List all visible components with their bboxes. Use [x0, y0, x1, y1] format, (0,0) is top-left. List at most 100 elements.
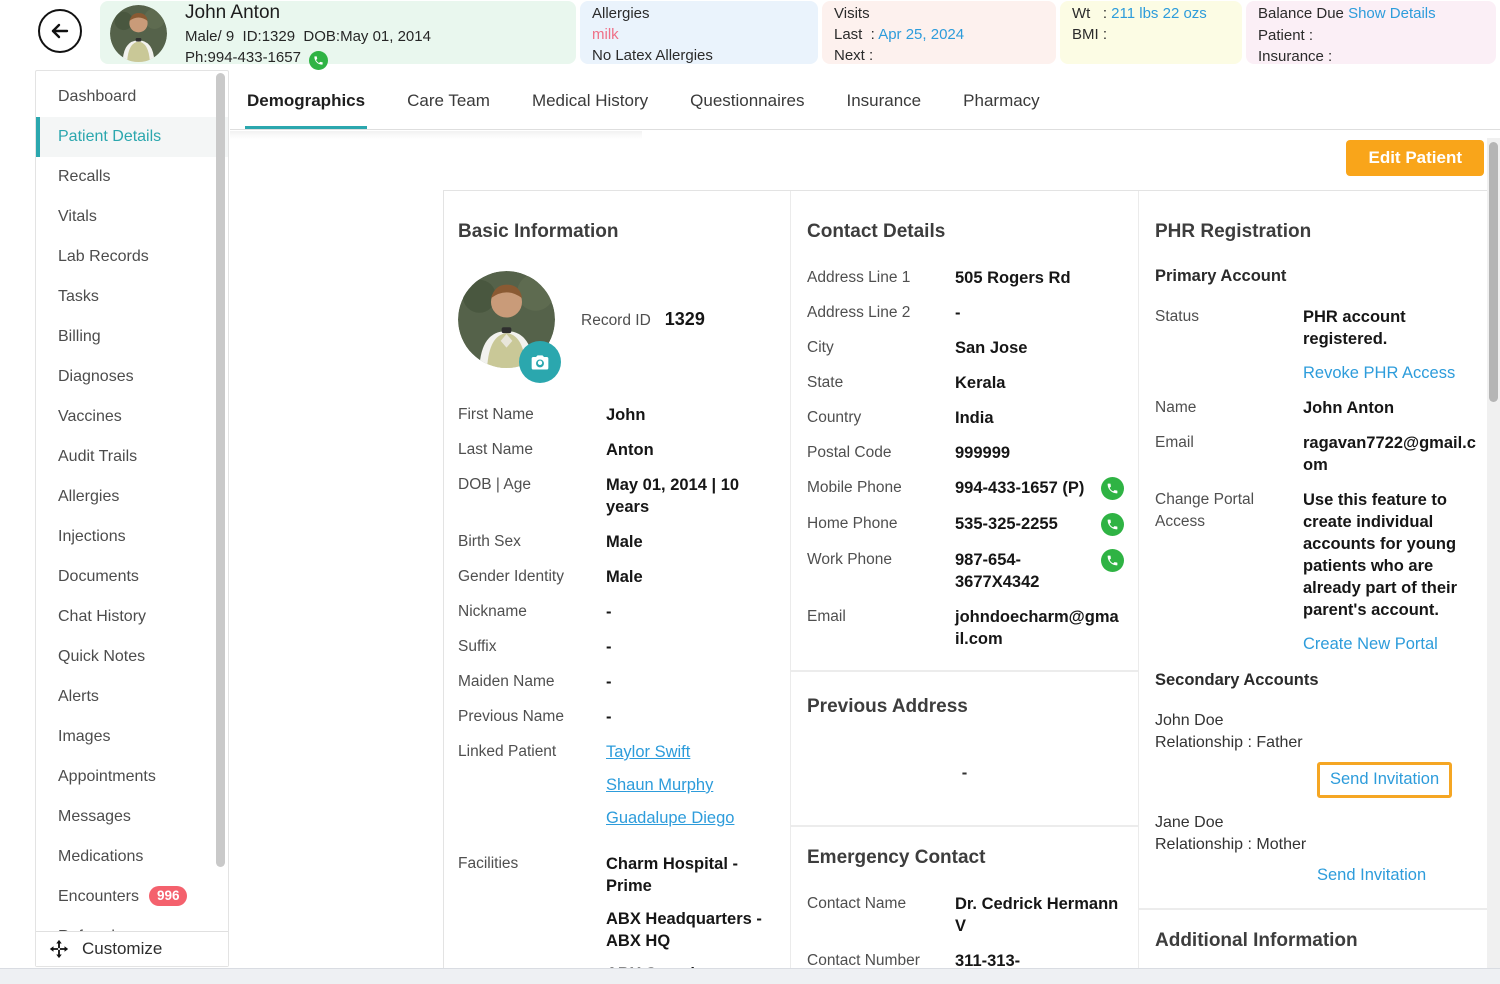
patient-phone: Ph:994-433-1657 — [185, 47, 328, 70]
create-new-portal-link[interactable]: Create New Portal — [1303, 635, 1438, 653]
previous-address-empty: - — [807, 764, 1122, 805]
send-invitation-link[interactable]: Send Invitation — [1317, 866, 1426, 884]
secondary-account-name: John Doe — [1155, 710, 1476, 732]
emergency-contact-section: Emergency Contact Contact NameDr. Cedric… — [807, 847, 1122, 972]
patient-summary: Male/ 9 ID:1329 DOB:May 01, 2014 — [185, 26, 431, 47]
tabbar-shadow — [230, 131, 642, 139]
secondary-accounts-heading: Secondary Accounts — [1155, 671, 1476, 690]
sidebar-item-documents[interactable]: Documents — [36, 557, 228, 597]
additional-information-title: Additional Information — [1155, 930, 1476, 952]
tab-pharmacy[interactable]: Pharmacy — [961, 75, 1042, 129]
move-icon — [48, 938, 70, 960]
next-visit: Next : — [834, 45, 1044, 66]
allergies-title: Allergies — [592, 3, 806, 24]
secondary-account: Jane Doe Relationship : Mother Send Invi… — [1155, 812, 1476, 886]
info-row-country: CountryIndia — [807, 407, 1122, 429]
sidebar-item-lab-records[interactable]: Lab Records — [36, 237, 228, 277]
sidebar-item-appointments[interactable]: Appointments — [36, 757, 228, 797]
demographics-content: Basic Information — [443, 190, 1493, 984]
sidebar-item-recalls[interactable]: Recalls — [36, 157, 228, 197]
info-row-address1: Address Line 1505 Rogers Rd — [807, 267, 1122, 289]
call-icon[interactable] — [1101, 477, 1124, 500]
facility-item: Charm Hospital - Prime — [606, 853, 776, 897]
patient-name: John Anton — [185, 2, 280, 23]
sidebar-item-quick-notes[interactable]: Quick Notes — [36, 637, 228, 677]
contact-details-section: Contact Details Address Line 1505 Rogers… — [807, 221, 1122, 650]
sidebar-item-chat-history[interactable]: Chat History — [36, 597, 228, 637]
info-row-maiden-name: Maiden Name- — [458, 671, 776, 693]
sidebar-item-tasks[interactable]: Tasks — [36, 277, 228, 317]
linked-patient-link[interactable]: Taylor Swift — [606, 741, 690, 763]
call-icon[interactable] — [1101, 549, 1124, 572]
phone-icon[interactable] — [309, 51, 328, 70]
info-row-nickname: Nickname- — [458, 601, 776, 623]
record-id: Record ID1329 — [581, 309, 705, 330]
sidebar-scrollbar-thumb[interactable] — [216, 73, 225, 867]
patient-summary-panel: John Anton Male/ 9 ID:1329 DOB:May 01, 2… — [100, 1, 576, 64]
info-row-city: CitySan Jose — [807, 337, 1122, 359]
sidebar-item-allergies[interactable]: Allergies — [36, 477, 228, 517]
customize-button[interactable]: Customize — [36, 931, 228, 966]
sidebar-item-patient-details[interactable]: Patient Details — [36, 117, 228, 157]
secondary-account-relationship: Relationship : Father — [1155, 732, 1476, 754]
info-row-last-name: Last NameAnton — [458, 439, 776, 461]
sidebar-item-vaccines[interactable]: Vaccines — [36, 397, 228, 437]
contact-column: Contact Details Address Line 1505 Rogers… — [791, 191, 1139, 984]
info-row-facilities: Facilities Charm Hospital - Prime ABX He… — [458, 853, 776, 984]
info-row-suffix: Suffix- — [458, 636, 776, 658]
info-row-work-phone: Work Phone987-654-3677X4342 — [807, 549, 1122, 593]
phr-registration-section: PHR Registration Primary Account Status … — [1139, 191, 1492, 984]
sidebar-item-vitals[interactable]: Vitals — [36, 197, 228, 237]
info-row-mobile-phone: Mobile Phone994-433-1657 (P) — [807, 477, 1122, 500]
info-row-birth-sex: Birth SexMale — [458, 531, 776, 553]
weight-row: Wt : 211 lbs 22 ozs — [1072, 3, 1230, 24]
tab-insurance[interactable]: Insurance — [844, 75, 923, 129]
sidebar-item-diagnoses[interactable]: Diagnoses — [36, 357, 228, 397]
sidebar-item-encounters[interactable]: Encounters996 — [36, 877, 228, 917]
tab-questionnaires[interactable]: Questionnaires — [688, 75, 806, 129]
sidebar-item-alerts[interactable]: Alerts — [36, 677, 228, 717]
contact-details-title: Contact Details — [807, 221, 1122, 243]
info-row-phr-email: Emailragavan7722@gmail.com — [1155, 432, 1476, 476]
show-details-link[interactable]: Show Details — [1348, 5, 1436, 22]
facility-item: ABX Headquarters - ABX HQ — [606, 908, 776, 952]
info-row-previous-name: Previous Name- — [458, 706, 776, 728]
secondary-account: John Doe Relationship : Father Send Invi… — [1155, 710, 1476, 798]
sidebar-item-audit-trails[interactable]: Audit Trails — [36, 437, 228, 477]
linked-patient-link[interactable]: Shaun Murphy — [606, 774, 713, 796]
change-photo-button[interactable] — [519, 341, 561, 383]
sidebar-item-injections[interactable]: Injections — [36, 517, 228, 557]
sidebar-item-images[interactable]: Images — [36, 717, 228, 757]
edit-patient-button[interactable]: Edit Patient — [1346, 140, 1484, 176]
customize-label: Customize — [82, 939, 162, 959]
page-scrollbar-thumb[interactable] — [1489, 142, 1498, 402]
patient-details-page: John Anton Male/ 9 ID:1329 DOB:May 01, 2… — [0, 0, 1500, 984]
sidebar-nav: Dashboard Patient Details Recalls Vitals… — [36, 71, 228, 932]
info-row-postal-code: Postal Code999999 — [807, 442, 1122, 464]
balance-insurance: Insurance : — [1258, 46, 1484, 67]
info-row-change-portal: Change Portal Access Use this feature to… — [1155, 489, 1476, 655]
info-row-address2: Address Line 2- — [807, 302, 1122, 324]
info-row-first-name: First NameJohn — [458, 404, 776, 426]
camera-icon — [530, 352, 550, 372]
weight-panel: Wt : 211 lbs 22 ozs BMI : — [1060, 1, 1242, 64]
sidebar-item-referrals[interactable]: Referrals — [36, 917, 228, 932]
phr-title: PHR Registration — [1155, 221, 1476, 243]
linked-patient-link[interactable]: Guadalupe Diego — [606, 807, 734, 829]
sidebar-item-dashboard[interactable]: Dashboard — [36, 77, 228, 117]
section-divider — [791, 670, 1138, 672]
send-invitation-link[interactable]: Send Invitation — [1330, 770, 1439, 788]
previous-address-section: Previous Address - — [807, 696, 1122, 805]
back-button[interactable] — [38, 9, 82, 53]
balance-panel: Balance Due Show Details Patient : Insur… — [1246, 1, 1496, 64]
tab-care-team[interactable]: Care Team — [405, 75, 492, 129]
sidebar-item-billing[interactable]: Billing — [36, 317, 228, 357]
revoke-phr-access-link[interactable]: Revoke PHR Access — [1303, 364, 1455, 382]
tab-medical-history[interactable]: Medical History — [530, 75, 650, 129]
sidebar-item-medications[interactable]: Medications — [36, 837, 228, 877]
tab-demographics[interactable]: Demographics — [245, 75, 367, 129]
balance-row: Balance Due Show Details — [1258, 3, 1484, 25]
info-row-dob-age: DOB | AgeMay 01, 2014 | 10 years — [458, 474, 776, 518]
sidebar-item-messages[interactable]: Messages — [36, 797, 228, 837]
call-icon[interactable] — [1101, 513, 1124, 536]
